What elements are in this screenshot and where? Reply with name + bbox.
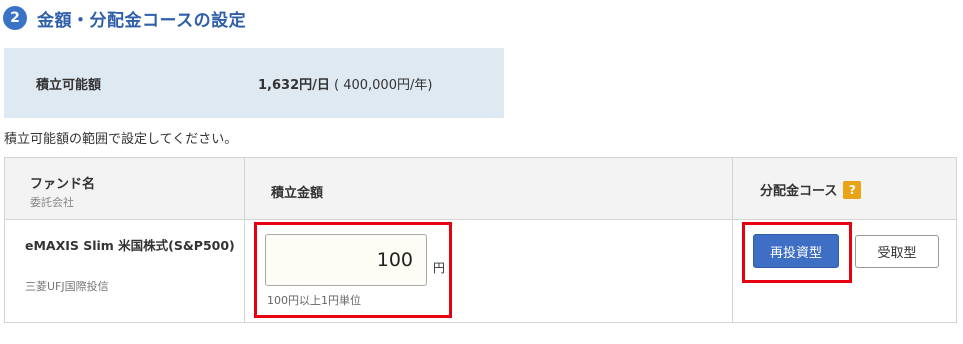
help-icon[interactable]: ? bbox=[843, 180, 862, 199]
available-amount-value: 1,632円/日 ( 400,000円/年) bbox=[258, 74, 432, 93]
header-fund-name: ファンド名 bbox=[30, 177, 96, 192]
available-amount-yearly: ( 400,000円/年) bbox=[334, 78, 433, 93]
available-amount-daily: 1,632円/日 bbox=[258, 78, 330, 93]
header-course-label: 分配金コース bbox=[760, 184, 838, 199]
available-amount-box: 積立可能額 1,632円/日 ( 400,000円/年) bbox=[4, 48, 504, 118]
header-course: 分配金コース ? bbox=[760, 180, 862, 199]
receive-course-button[interactable]: 受取型 bbox=[855, 235, 939, 268]
section-title: 金額・分配金コースの設定 bbox=[37, 10, 247, 31]
reinvest-course-button[interactable]: 再投資型 bbox=[753, 234, 839, 268]
column-divider bbox=[244, 158, 245, 322]
fund-setting-table: ファンド名 委託会社 積立金額 分配金コース ? eMAXIS Slim 米国株… bbox=[4, 157, 957, 323]
header-amount: 積立金額 bbox=[271, 186, 324, 201]
fund-name: eMAXIS Slim 米国株式(S&P500) bbox=[25, 238, 235, 253]
step-number-badge: 2 bbox=[3, 6, 27, 30]
amount-input[interactable] bbox=[265, 234, 427, 286]
instruction-note: 積立可能額の範囲で設定してください。 bbox=[4, 132, 238, 147]
amount-hint: 100円以上1円単位 bbox=[267, 294, 361, 307]
fund-company: 三菱UFJ国際投信 bbox=[25, 280, 109, 293]
header-fund-company: 委託会社 bbox=[30, 196, 74, 209]
table-header-row: ファンド名 委託会社 積立金額 分配金コース ? bbox=[5, 158, 956, 220]
section-header: 2 金額・分配金コースの設定 bbox=[3, 4, 246, 32]
amount-unit: 円 bbox=[433, 261, 446, 275]
available-amount-label: 積立可能額 bbox=[36, 78, 102, 93]
column-divider bbox=[732, 158, 733, 322]
